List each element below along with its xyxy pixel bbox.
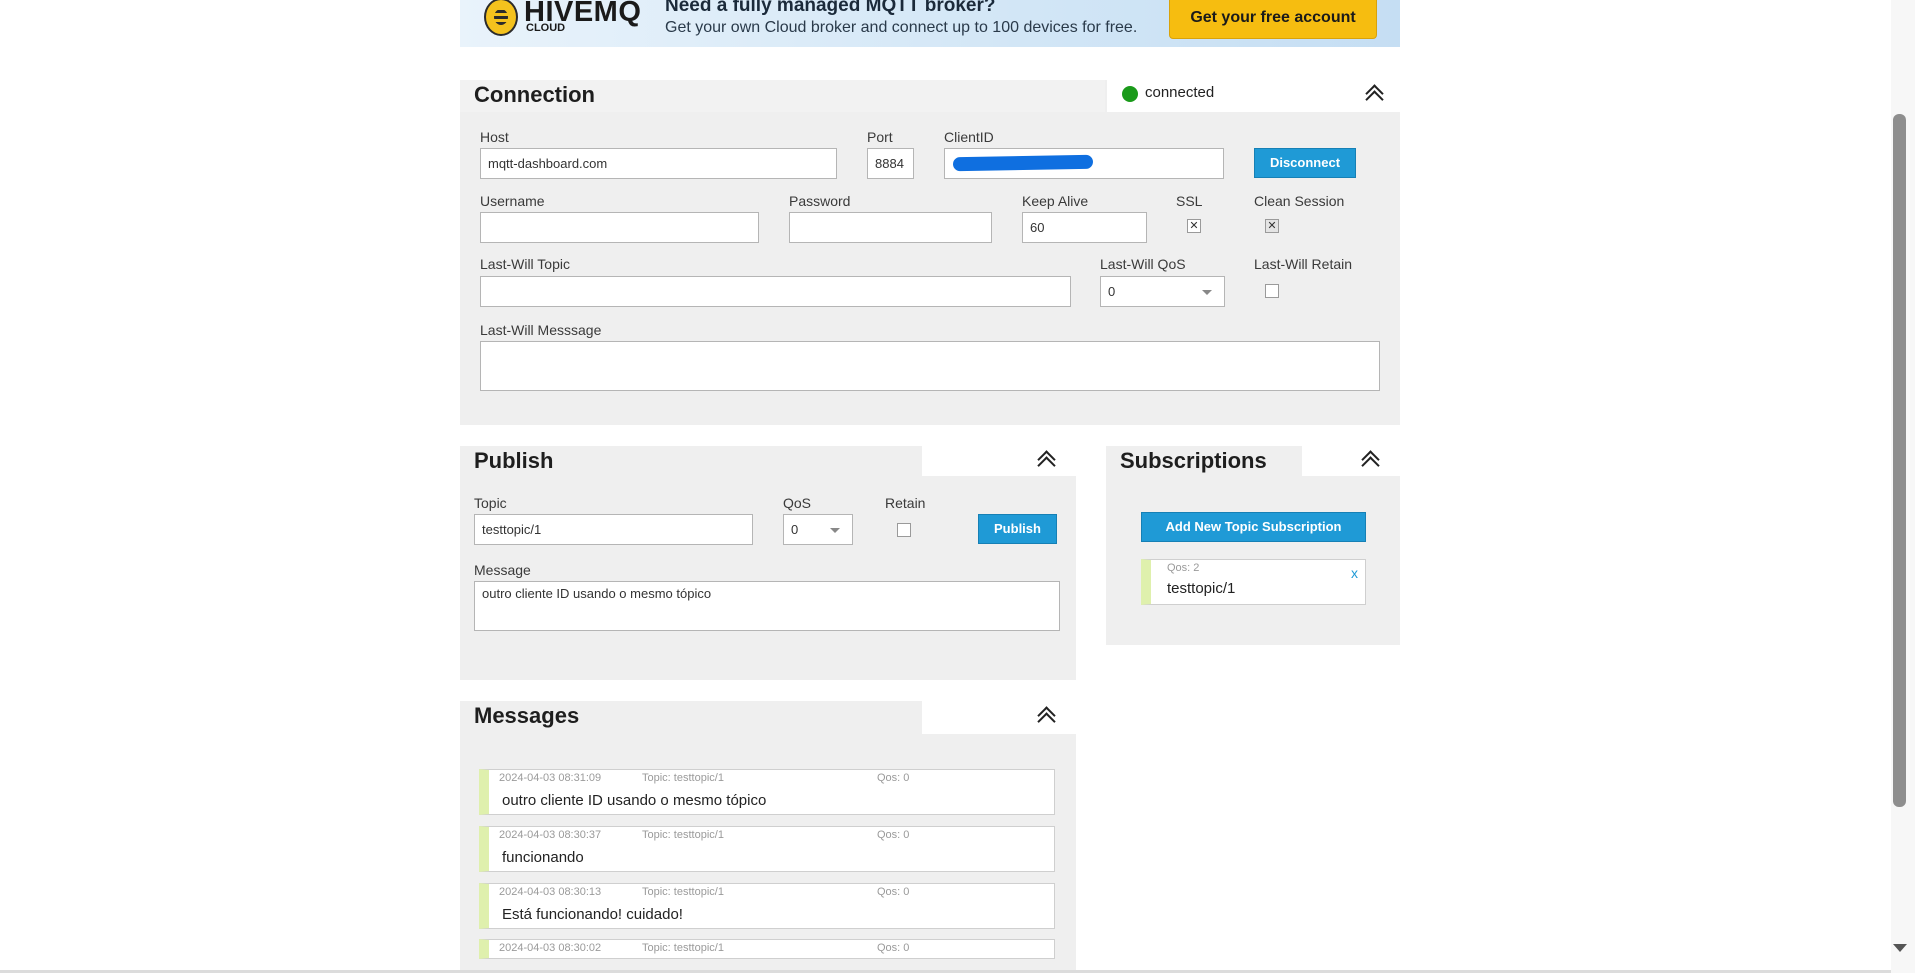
scroll-down-arrow-icon[interactable] xyxy=(1893,944,1907,952)
lw-topic-label: Last-Will Topic xyxy=(480,256,570,272)
keepalive-input[interactable]: 60 xyxy=(1022,212,1147,243)
publish-qos-label: QoS xyxy=(783,495,812,511)
subscription-item[interactable]: Qos: 2 testtopic/1 x xyxy=(1141,559,1366,605)
subscription-topic: testtopic/1 xyxy=(1167,580,1236,597)
lw-topic-input[interactable] xyxy=(480,276,1071,307)
redaction-scribble xyxy=(952,154,1094,172)
lw-message-label: Last-Will Messsage xyxy=(480,322,602,338)
port-input[interactable]: 8884 xyxy=(867,148,914,179)
status-indicator-icon xyxy=(1122,86,1138,102)
publish-button[interactable]: Publish xyxy=(978,514,1057,544)
subscriptions-header-right xyxy=(1302,446,1400,476)
messages-header-right xyxy=(922,701,1076,734)
password-label: Password xyxy=(789,193,851,209)
messages-collapse-icon[interactable] xyxy=(1035,704,1057,726)
message-item: 2024-04-03 08:30:37 Topic: testtopic/1 Q… xyxy=(479,826,1055,872)
hivemq-cloud-banner: HIVEMQ CLOUD Need a fully managed MQTT b… xyxy=(460,0,1400,47)
publish-title: Publish xyxy=(474,448,554,473)
message-body: Está funcionando! cuidado! xyxy=(502,906,683,923)
publish-retain-checkbox[interactable] xyxy=(897,523,911,537)
host-input[interactable]: mqtt-dashboard.com xyxy=(480,148,837,179)
message-qos: Qos: 0 xyxy=(877,942,910,954)
clientid-input[interactable] xyxy=(944,148,1224,179)
get-free-account-button[interactable]: Get your free account xyxy=(1169,0,1377,39)
message-topic: Topic: testtopic/1 xyxy=(642,772,724,784)
message-topic: Topic: testtopic/1 xyxy=(642,886,724,898)
chevron-down-icon xyxy=(830,528,840,533)
scrollbar-thumb[interactable] xyxy=(1893,114,1906,807)
publish-topic-label: Topic xyxy=(474,495,507,511)
clientid-label: ClientID xyxy=(944,129,994,145)
message-topic: Topic: testtopic/1 xyxy=(642,829,724,841)
message-qos: Qos: 0 xyxy=(877,772,910,784)
banner-headline: Need a fully managed MQTT broker? xyxy=(665,0,996,16)
message-body: funcionando xyxy=(502,849,584,866)
lw-retain-label: Last-Will Retain xyxy=(1254,256,1353,272)
publish-collapse-icon[interactable] xyxy=(1035,448,1057,470)
clean-session-label: Clean Session xyxy=(1254,193,1345,209)
disconnect-button[interactable]: Disconnect xyxy=(1254,148,1356,178)
message-qos: Qos: 0 xyxy=(877,886,910,898)
publish-message-textarea[interactable]: outro cliente ID usando o mesmo tópico xyxy=(474,581,1060,631)
lw-message-textarea[interactable] xyxy=(480,341,1380,391)
lw-qos-value: 0 xyxy=(1108,284,1116,299)
hivemq-logo-sub: CLOUD xyxy=(526,22,566,34)
chevron-down-icon xyxy=(1202,290,1212,295)
message-body: outro cliente ID usando o mesmo tópico xyxy=(502,792,767,809)
message-time: 2024-04-03 08:30:37 xyxy=(499,829,602,841)
messages-title: Messages xyxy=(474,703,580,728)
publish-panel: Publish Topic testtopic/1 QoS 0 Retain P… xyxy=(460,446,1076,680)
message-item: 2024-04-03 08:31:09 Topic: testtopic/1 Q… xyxy=(479,769,1055,815)
publish-header-right xyxy=(922,446,1076,476)
clean-session-checkbox[interactable]: ✕ xyxy=(1265,219,1279,233)
subscriptions-title: Subscriptions xyxy=(1120,448,1267,473)
connection-collapse-icon[interactable] xyxy=(1363,82,1385,104)
keepalive-label: Keep Alive xyxy=(1022,193,1089,209)
ssl-label: SSL xyxy=(1176,193,1203,209)
hivemq-bee-logo-icon xyxy=(484,0,518,36)
ssl-checkbox[interactable]: ✕ xyxy=(1187,219,1201,233)
publish-retain-label: Retain xyxy=(885,495,926,511)
connection-status-text: connected xyxy=(1145,84,1215,101)
publish-topic-input[interactable]: testtopic/1 xyxy=(474,514,753,545)
username-label: Username xyxy=(480,193,545,209)
message-time: 2024-04-03 08:30:13 xyxy=(499,886,602,898)
subscription-qos: Qos: 2 xyxy=(1167,562,1200,574)
banner-subline: Get your own Cloud broker and connect up… xyxy=(665,19,1138,36)
lw-qos-select[interactable]: 0 xyxy=(1100,276,1225,307)
add-topic-subscription-button[interactable]: Add New Topic Subscription xyxy=(1141,512,1366,542)
publish-message-label: Message xyxy=(474,562,531,578)
remove-subscription-close-icon[interactable]: x xyxy=(1351,565,1358,581)
connection-status-area: connected xyxy=(1107,80,1400,112)
lw-qos-label: Last-Will QoS xyxy=(1100,256,1186,272)
messages-panel: Messages 2024-04-03 08:31:09 Topic: test… xyxy=(460,701,1076,973)
lw-retain-checkbox[interactable] xyxy=(1265,284,1279,298)
message-item: 2024-04-03 08:30:13 Topic: testtopic/1 Q… xyxy=(479,883,1055,929)
port-label: Port xyxy=(867,129,893,145)
message-topic: Topic: testtopic/1 xyxy=(642,942,724,954)
publish-qos-value: 0 xyxy=(791,522,799,537)
subscriptions-collapse-icon[interactable] xyxy=(1359,448,1381,470)
message-time: 2024-04-03 08:30:02 xyxy=(499,942,602,954)
message-time: 2024-04-03 08:31:09 xyxy=(499,772,602,784)
username-input[interactable] xyxy=(480,212,759,243)
connection-title: Connection xyxy=(474,82,595,107)
publish-qos-select[interactable]: 0 xyxy=(783,514,853,545)
message-item: 2024-04-03 08:30:02 Topic: testtopic/1 Q… xyxy=(479,939,1055,959)
password-input[interactable] xyxy=(789,212,992,243)
message-qos: Qos: 0 xyxy=(877,829,910,841)
connection-panel: Connection connected Host mqtt-dashboard… xyxy=(460,80,1400,425)
host-label: Host xyxy=(480,129,509,145)
subscriptions-panel: Subscriptions Add New Topic Subscription… xyxy=(1106,446,1400,645)
